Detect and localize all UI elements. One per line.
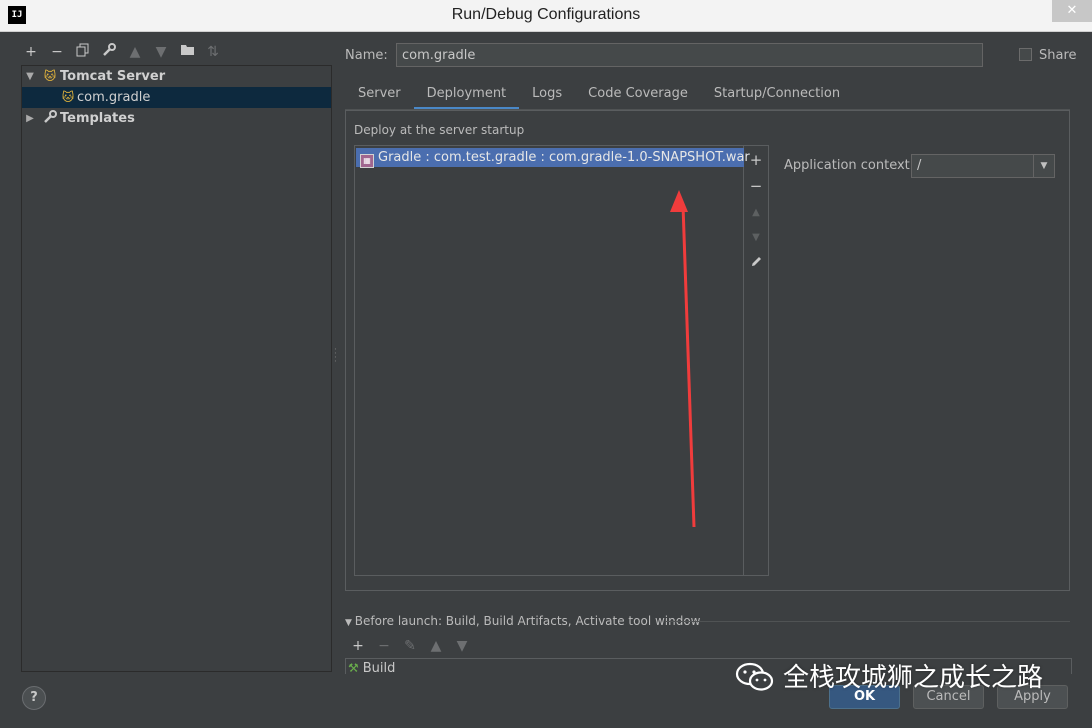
collapse-triangle-icon[interactable]: ▼ [345,618,355,628]
before-launch-label: Before launch: Build, Build Artifacts, A… [354,614,701,628]
task-label: Build [362,661,396,674]
before-launch-toolbar: + − ✎ ▲ ▼ [349,637,471,655]
before-launch-divider [665,621,1070,622]
edit-pencil-icon[interactable]: ✎ [401,637,419,655]
arrow-down-icon[interactable]: ▼ [453,637,471,655]
arrow-up-icon[interactable]: ▲ [427,637,445,655]
list-item[interactable]: ⚒ Build [348,660,395,674]
hammer-icon: ⚒ [348,661,359,674]
wechat-icon [735,662,774,691]
wechat-watermark: 全栈攻城狮之成长之路 [735,661,1043,695]
watermark-text: 全栈攻城狮之成长之路 [783,663,1044,693]
minus-icon[interactable]: − [375,637,393,655]
help-button[interactable]: ? [22,686,46,710]
before-launch-header[interactable]: ▼ Before launch: Build, Build Artifacts,… [345,614,701,628]
plus-icon[interactable]: + [349,637,367,655]
